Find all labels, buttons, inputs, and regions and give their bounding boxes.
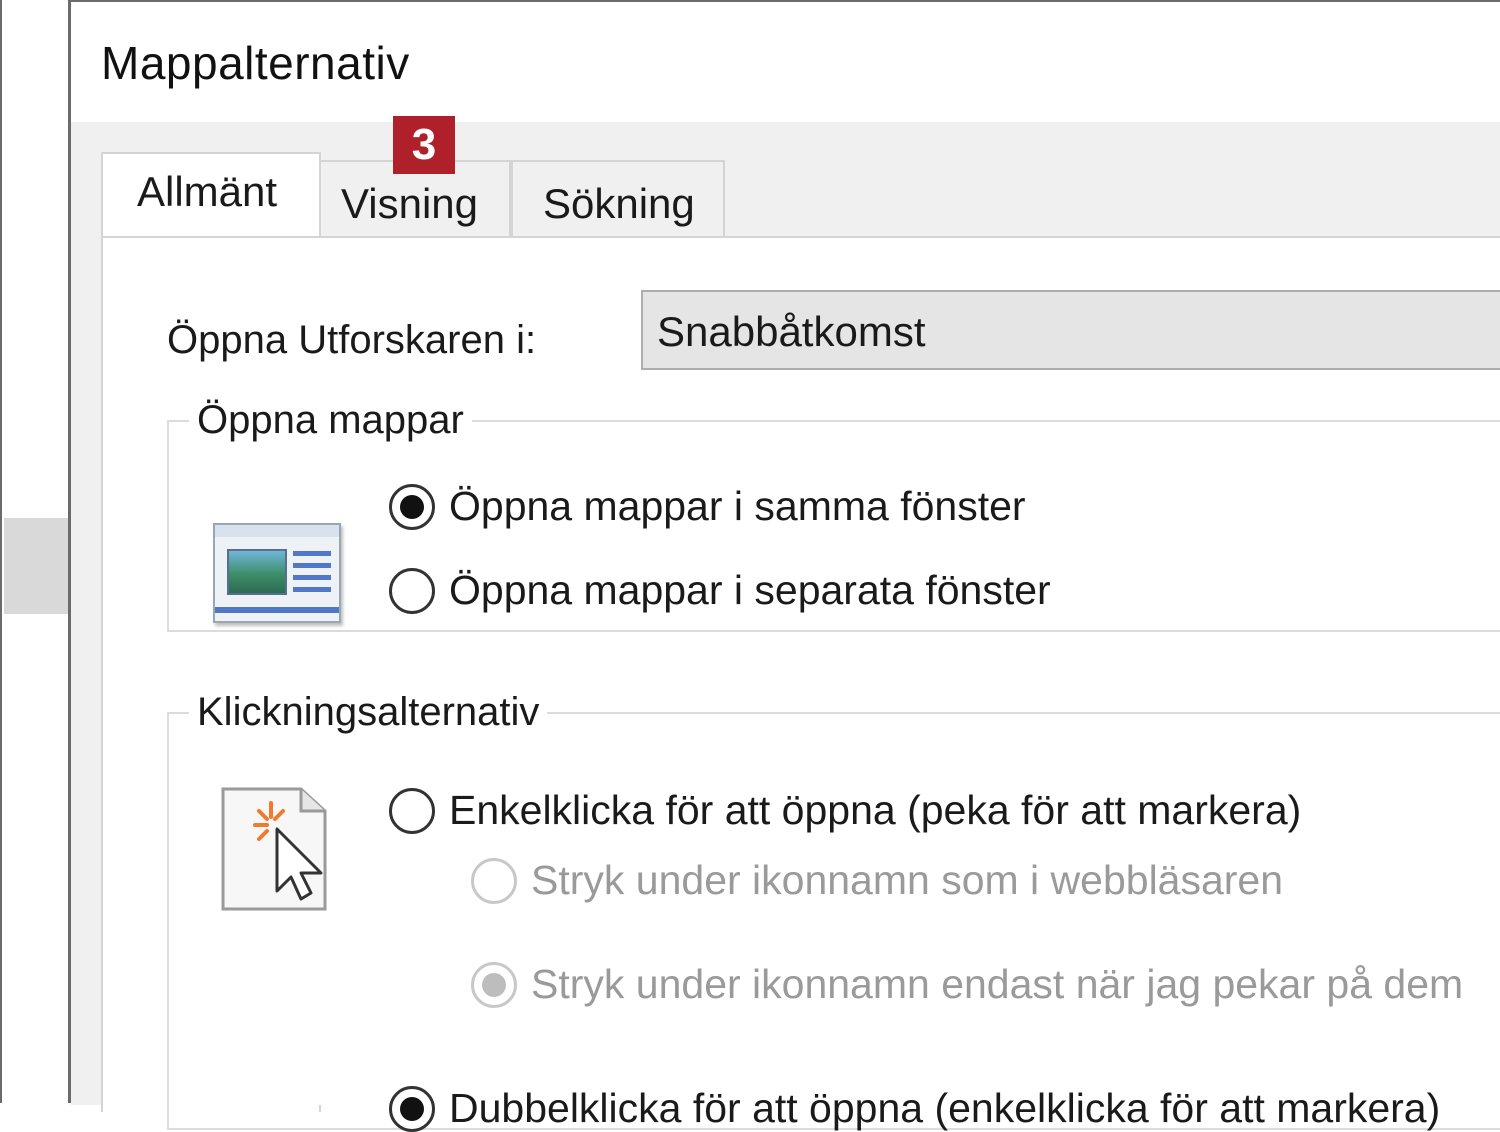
folder-options-dialog: Mappalternativ Allmänt Visning Sökning 3… xyxy=(68,0,1500,1132)
general-panel: Öppna Utforskaren i: Snabbåtkomst Öppna … xyxy=(101,236,1500,1132)
tab-search-label: Sökning xyxy=(543,180,695,227)
background-window-selection xyxy=(4,518,70,614)
open-explorer-label: Öppna Utforskaren i: xyxy=(167,318,537,362)
radio-double-click-label: Dubbelklicka för att öppna (enkelklicka … xyxy=(449,1085,1441,1131)
open-explorer-value: Snabbåtkomst xyxy=(657,308,926,355)
radio-separate-window[interactable]: Öppna mappar i separata fönster xyxy=(389,567,1051,614)
dialog-body: Allmänt Visning Sökning 3 Öppna Utforska… xyxy=(71,116,1500,1132)
radio-same-window[interactable]: Öppna mappar i samma fönster xyxy=(389,483,1026,530)
click-pointer-icon xyxy=(221,787,327,911)
radio-same-window-label: Öppna mappar i samma fönster xyxy=(449,483,1026,529)
radio-underline-hover-label: Stryk under ikonnamn endast när jag peka… xyxy=(531,961,1464,1007)
radio-single-click[interactable]: Enkelklicka för att öppna (peka för att … xyxy=(389,787,1301,834)
radio-separate-window-button[interactable] xyxy=(389,567,435,614)
tab-view-label: Visning xyxy=(341,180,478,227)
open-explorer-dropdown[interactable]: Snabbåtkomst xyxy=(641,290,1500,370)
radio-underline-hover-button[interactable] xyxy=(471,961,517,1008)
open-folders-legend: Öppna mappar xyxy=(197,398,464,442)
dialog-title: Mappalternativ xyxy=(101,37,410,89)
radio-underline-always[interactable]: Stryk under ikonnamn som i webbläsaren xyxy=(471,857,1283,904)
background-window-edge xyxy=(0,0,70,1103)
tab-general-label: Allmänt xyxy=(137,168,278,215)
folder-window-icon xyxy=(213,523,341,623)
radio-underline-hover[interactable]: Stryk under ikonnamn endast när jag peka… xyxy=(471,961,1463,1008)
radio-double-click-button[interactable] xyxy=(389,1085,435,1132)
radio-single-click-label: Enkelklicka för att öppna (peka för att … xyxy=(449,787,1302,833)
radio-underline-always-button[interactable] xyxy=(471,857,517,904)
radio-underline-always-label: Stryk under ikonnamn som i webbläsaren xyxy=(531,857,1284,903)
tab-search[interactable]: Sökning xyxy=(511,160,725,238)
open-folders-group: Öppna mappar Öppna mappar i samma fönste… xyxy=(167,398,1500,632)
click-options-group: Klickningsalternativ Enkelklicka för att… xyxy=(167,690,1500,1132)
step-badge: 3 xyxy=(393,116,455,174)
radio-single-click-button[interactable] xyxy=(389,787,435,834)
radio-same-window-button[interactable] xyxy=(389,483,435,530)
radio-separate-window-label: Öppna mappar i separata fönster xyxy=(449,567,1051,613)
radio-double-click[interactable]: Dubbelklicka för att öppna (enkelklicka … xyxy=(389,1085,1440,1132)
click-options-legend: Klickningsalternativ xyxy=(197,690,540,734)
